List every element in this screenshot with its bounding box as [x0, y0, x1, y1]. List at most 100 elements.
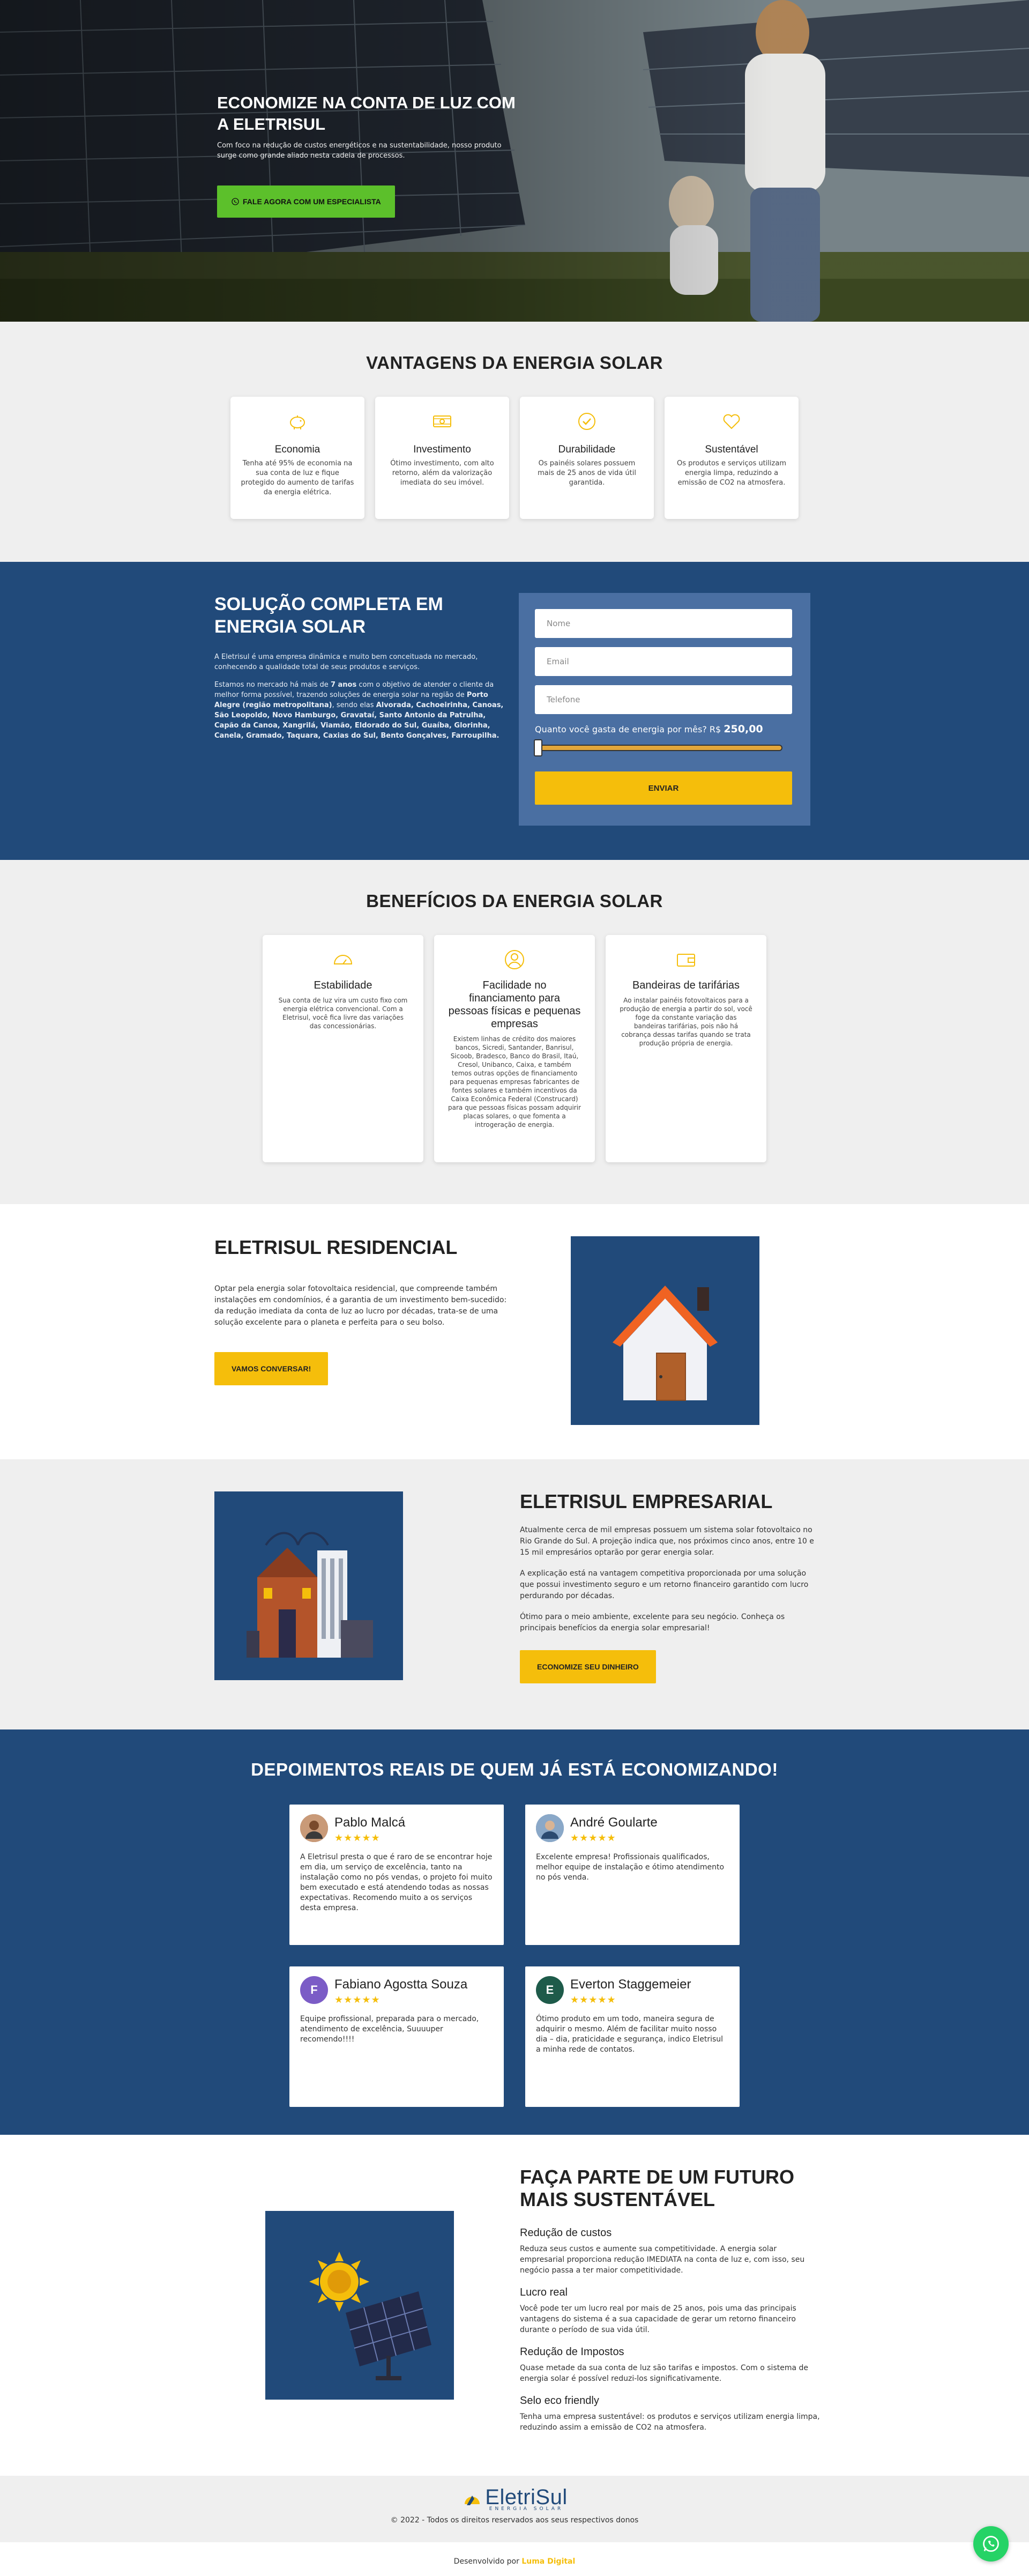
buildings-icon — [247, 1532, 373, 1658]
avatar — [300, 1814, 328, 1842]
hero-subtitle: Com foco na redução de custos energético… — [217, 142, 502, 160]
beneficio-card-financiamento: Facilidade no financiamento para pessoas… — [434, 935, 595, 1162]
person-photo-icon — [300, 1814, 328, 1842]
testimonial-card: André Goularte ★★★★★ Excelente empresa! … — [525, 1805, 740, 1945]
vantagem-title: Sustentável — [705, 444, 758, 455]
logo-text: EletriSul — [485, 2485, 568, 2509]
money-bill-icon — [433, 415, 451, 427]
empresarial-section: ELETRISUL EMPRESARIAL Atualmente cerca d… — [0, 1459, 1029, 1729]
benefit-title: Redução de custos — [520, 2227, 612, 2239]
testimonial-card: F Fabiano Agostta Souza ★★★★★ Equipe pro… — [289, 1966, 504, 2107]
beneficio-card-estabilidade: Estabilidade Sua conta de luz vira um cu… — [263, 935, 423, 1162]
contact-form: Nome Email Telefone Quanto você gasta de… — [519, 593, 810, 826]
empresarial-p3: Ótimo para o meio ambiente, excelente pa… — [520, 1613, 785, 1632]
testimonial-name: Pablo Malcá — [334, 1815, 406, 1830]
beneficio-title: Estabilidade — [314, 979, 372, 991]
empresarial-title: ELETRISUL EMPRESARIAL — [520, 1490, 773, 1512]
benefit-title: Lucro real — [520, 2287, 568, 2298]
solar-panel-illustration — [265, 2211, 454, 2400]
solucao-regions: Estamos no mercado há mais de 7 anos com… — [214, 681, 504, 740]
house-illustration — [571, 1236, 759, 1425]
benefit-title: Selo eco friendly — [520, 2395, 599, 2407]
benefit-text: Quase metade da sua conta de luz são tar… — [520, 2364, 809, 2383]
rating-stars: ★★★★★ — [570, 1994, 616, 2006]
energy-spend-label: Quanto você gasta de energia por mês? R$… — [535, 723, 763, 735]
gauge-icon — [333, 955, 353, 964]
logo-subtitle: ENERGIA SOLAR — [489, 2506, 564, 2512]
heart-icon — [723, 414, 740, 429]
rating-stars: ★★★★★ — [570, 1832, 616, 1844]
empresarial-p2: A explicação está na vantagem competitiv… — [520, 1569, 809, 1600]
name-input[interactable]: Nome — [535, 609, 792, 638]
vantagens-section: VANTAGENS DA ENERGIA SOLAR Economia Tenh… — [0, 322, 1029, 562]
solucao-title: SOLUÇÃO COMPLETA EM ENERGIA SOLAR — [214, 594, 443, 637]
person-photo-icon — [536, 1814, 564, 1842]
lets-talk-button[interactable]: VAMOS CONVERSAR! — [214, 1352, 329, 1385]
talk-specialist-label: FALE AGORA COM UM ESPECIALISTA — [243, 197, 381, 206]
testimonial-text: Ótimo produto em um todo, maneira segura… — [536, 2015, 724, 2054]
vantagens-title: VANTAGENS DA ENERGIA SOLAR — [366, 353, 663, 373]
testimonial-name: André Goularte — [570, 1815, 658, 1830]
benefit-text: Tenha uma empresa sustentável: os produt… — [520, 2412, 820, 2432]
benefit-text: Reduza seus custos e aumente sua competi… — [520, 2245, 805, 2275]
testimonial-text: A Eletrisul presta o que é raro de se en… — [300, 1853, 493, 1912]
beneficio-text: Ao instalar painéis fotovoltaicos para a… — [620, 997, 752, 1047]
talk-specialist-button[interactable]: FALE AGORA COM UM ESPECIALISTA — [217, 185, 395, 218]
beneficio-text: Existem linhas de crédito dos maiores ba… — [448, 1035, 581, 1129]
testimonial-text: Equipe profissional, preparada para o me… — [300, 2015, 479, 2044]
energy-spend-value: 250,00 — [724, 723, 763, 735]
beneficio-title: Facilidade no financiamento para pessoas… — [448, 979, 581, 1030]
vantagem-card-economia: Economia Tenha até 95% de economia na su… — [230, 397, 364, 519]
vantagem-title: Durabilidade — [558, 444, 616, 455]
vantagem-title: Investimento — [413, 444, 471, 455]
solucao-intro: A Eletrisul é uma empresa dinâmica e mui… — [214, 653, 478, 671]
whatsapp-icon — [232, 198, 239, 205]
whatsapp-icon — [983, 2536, 999, 2552]
vantagem-card-investimento: Investimento Ótimo investimento, com alt… — [375, 397, 509, 519]
city-illustration — [214, 1491, 403, 1680]
beneficio-text: Sua conta de luz vira um custo fixo com … — [278, 997, 408, 1030]
testimonial-name: Fabiano Agostta Souza — [334, 1977, 468, 1992]
hero-title: ECONOMIZE NA CONTA DE LUZ COM A ELETRISU… — [217, 93, 516, 133]
avatar — [536, 1814, 564, 1842]
house-icon — [613, 1286, 718, 1401]
residencial-text: Optar pela energia solar fotovoltaica re… — [214, 1285, 507, 1327]
residencial-section: ELETRISUL RESIDENCIAL Optar pela energia… — [0, 1204, 1029, 1459]
sustentavel-section: FAÇA PARTE DE UM FUTURO MAIS SUSTENTÁVEL… — [0, 2135, 1029, 2476]
eletrisul-logo[interactable]: EletriSul ENERGIA SOLAR — [461, 2485, 567, 2512]
rating-stars: ★★★★★ — [334, 1832, 381, 1844]
user-circle-icon — [505, 950, 524, 969]
beneficio-card-bandeiras: Bandeiras de tarifárias Ao instalar pain… — [606, 935, 766, 1162]
save-money-button[interactable]: ECONOMIZE SEU DINHEIRO — [520, 1650, 656, 1683]
footer: EletriSul ENERGIA SOLAR © 2022 - Todos o… — [0, 2476, 1029, 2542]
copyright: © 2022 - Todos os direitos reservados ao… — [390, 2516, 639, 2525]
sun-logo-icon — [465, 2495, 480, 2505]
residencial-title: ELETRISUL RESIDENCIAL — [214, 1236, 458, 1258]
piggy-bank-icon — [290, 415, 305, 429]
wallet-icon — [677, 954, 695, 967]
benefit-text: Você pode ter um lucro real por mais de … — [520, 2304, 796, 2334]
beneficio-title: Bandeiras de tarifárias — [632, 979, 740, 991]
vantagem-card-durabilidade: Durabilidade Os painéis solares possuem … — [520, 397, 654, 519]
submit-button[interactable]: ENVIAR — [535, 771, 792, 805]
solucao-section: SOLUÇÃO COMPLETA EM ENERGIA SOLAR A Elet… — [0, 562, 1029, 860]
vantagem-text: Ótimo investimento, com alto retorno, al… — [390, 459, 494, 487]
sustentavel-title: FAÇA PARTE DE UM FUTURO MAIS SUSTENTÁVEL — [520, 2166, 794, 2210]
avatar: E — [536, 1976, 564, 2004]
phone-input[interactable]: Telefone — [535, 685, 792, 714]
slider-handle[interactable] — [534, 739, 542, 756]
vantagem-title: Economia — [274, 444, 320, 455]
vantagem-text: Tenha até 95% de economia na sua conta d… — [241, 459, 354, 496]
vantagem-text: Os produtos e serviços utilizam energia … — [676, 459, 787, 487]
vantagem-card-sustentavel: Sustentável Os produtos e serviços utili… — [665, 397, 799, 519]
testimonial-text: Excelente empresa! Profissionais qualifi… — [536, 1853, 725, 1882]
hero-section: ECONOMIZE NA CONTA DE LUZ COM A ELETRISU… — [0, 0, 1029, 322]
testimonial-card: Pablo Malcá ★★★★★ A Eletrisul presta o q… — [289, 1805, 504, 1945]
developer-link[interactable]: Luma Digital — [521, 2557, 575, 2566]
email-input[interactable]: Email — [535, 647, 792, 676]
beneficios-section: BENEFÍCIOS DA ENERGIA SOLAR Estabilidade… — [0, 860, 1029, 1204]
whatsapp-float-button[interactable] — [973, 2526, 1009, 2562]
beneficios-title: BENEFÍCIOS DA ENERGIA SOLAR — [366, 891, 663, 911]
energy-spend-slider[interactable] — [534, 739, 782, 756]
testimonial-card: E Everton Staggemeier ★★★★★ Ótimo produt… — [525, 1966, 740, 2107]
